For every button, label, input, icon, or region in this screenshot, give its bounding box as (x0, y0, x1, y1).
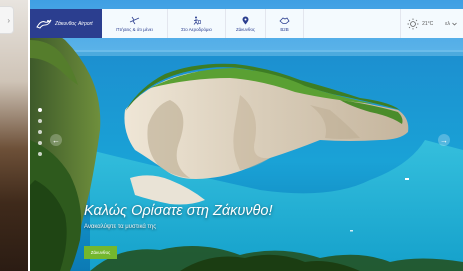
main-navbar: Ζάκυνθος Airport Πτήσεις & ότι μένει Στο… (30, 9, 463, 38)
arrow-right-icon: → (440, 135, 448, 145)
airport-logo-icon (36, 19, 52, 29)
nav-item-zakynthos[interactable]: Ζάκυνθος (226, 9, 266, 38)
nav-item-b2b[interactable]: B2B (266, 9, 304, 38)
discover-button[interactable]: Ζάκυνθος (84, 246, 117, 259)
slider-prev-button[interactable]: ← (50, 134, 62, 146)
nav-item-flights[interactable]: Πτήσεις & ότι μένει (102, 9, 168, 38)
map-pin-icon (242, 16, 249, 24)
slider-dot[interactable] (38, 152, 42, 156)
slider-dot[interactable] (38, 108, 42, 112)
nav-item-airport[interactable]: Στο Αεροδρόμιο (168, 9, 226, 38)
weather-temperature: 21°C (422, 20, 434, 27)
person-walking-icon (193, 16, 201, 25)
adjacent-photo-strip: › (0, 0, 28, 271)
nav-item-label: B2B (280, 26, 289, 32)
adjacent-card[interactable]: › (0, 6, 14, 34)
nav-item-label: Πτήσεις & ότι μένει (116, 26, 153, 32)
airport-logo[interactable]: Ζάκυνθος Airport (30, 9, 102, 38)
arrow-left-icon: ← (52, 135, 60, 145)
sun-icon (407, 18, 419, 29)
chevron-right-icon: › (7, 16, 10, 25)
language-selector[interactable]: ελ (439, 9, 463, 38)
navagio-beach-scenery (30, 0, 463, 271)
airport-logo-text: Ζάκυνθος Airport (55, 20, 93, 27)
chevron-down-icon (452, 22, 457, 25)
handshake-icon (279, 16, 290, 24)
nav-item-label: Ζάκυνθος (235, 26, 255, 32)
slider-dot[interactable] (38, 119, 42, 123)
nav-item-label: Στο Αεροδρόμιο (181, 26, 212, 32)
weather-widget: 21°C (400, 9, 439, 38)
slider-dot[interactable] (38, 130, 42, 134)
slider-dot[interactable] (38, 141, 42, 145)
hero-title: Καλώς Ορίσατε στη Ζάκυνθο! (84, 203, 273, 219)
hero-tagline: Ανακαλύψτε τα μυστικά της (84, 224, 157, 230)
navbar-spacer (304, 9, 400, 38)
slider-pagination (38, 108, 42, 156)
plane-icon (129, 16, 140, 24)
language-label: ελ (445, 20, 450, 27)
slider-next-button[interactable]: → (438, 134, 450, 146)
hero-banner: Ζάκυνθος Airport Πτήσεις & ότι μένει Στο… (30, 0, 463, 271)
